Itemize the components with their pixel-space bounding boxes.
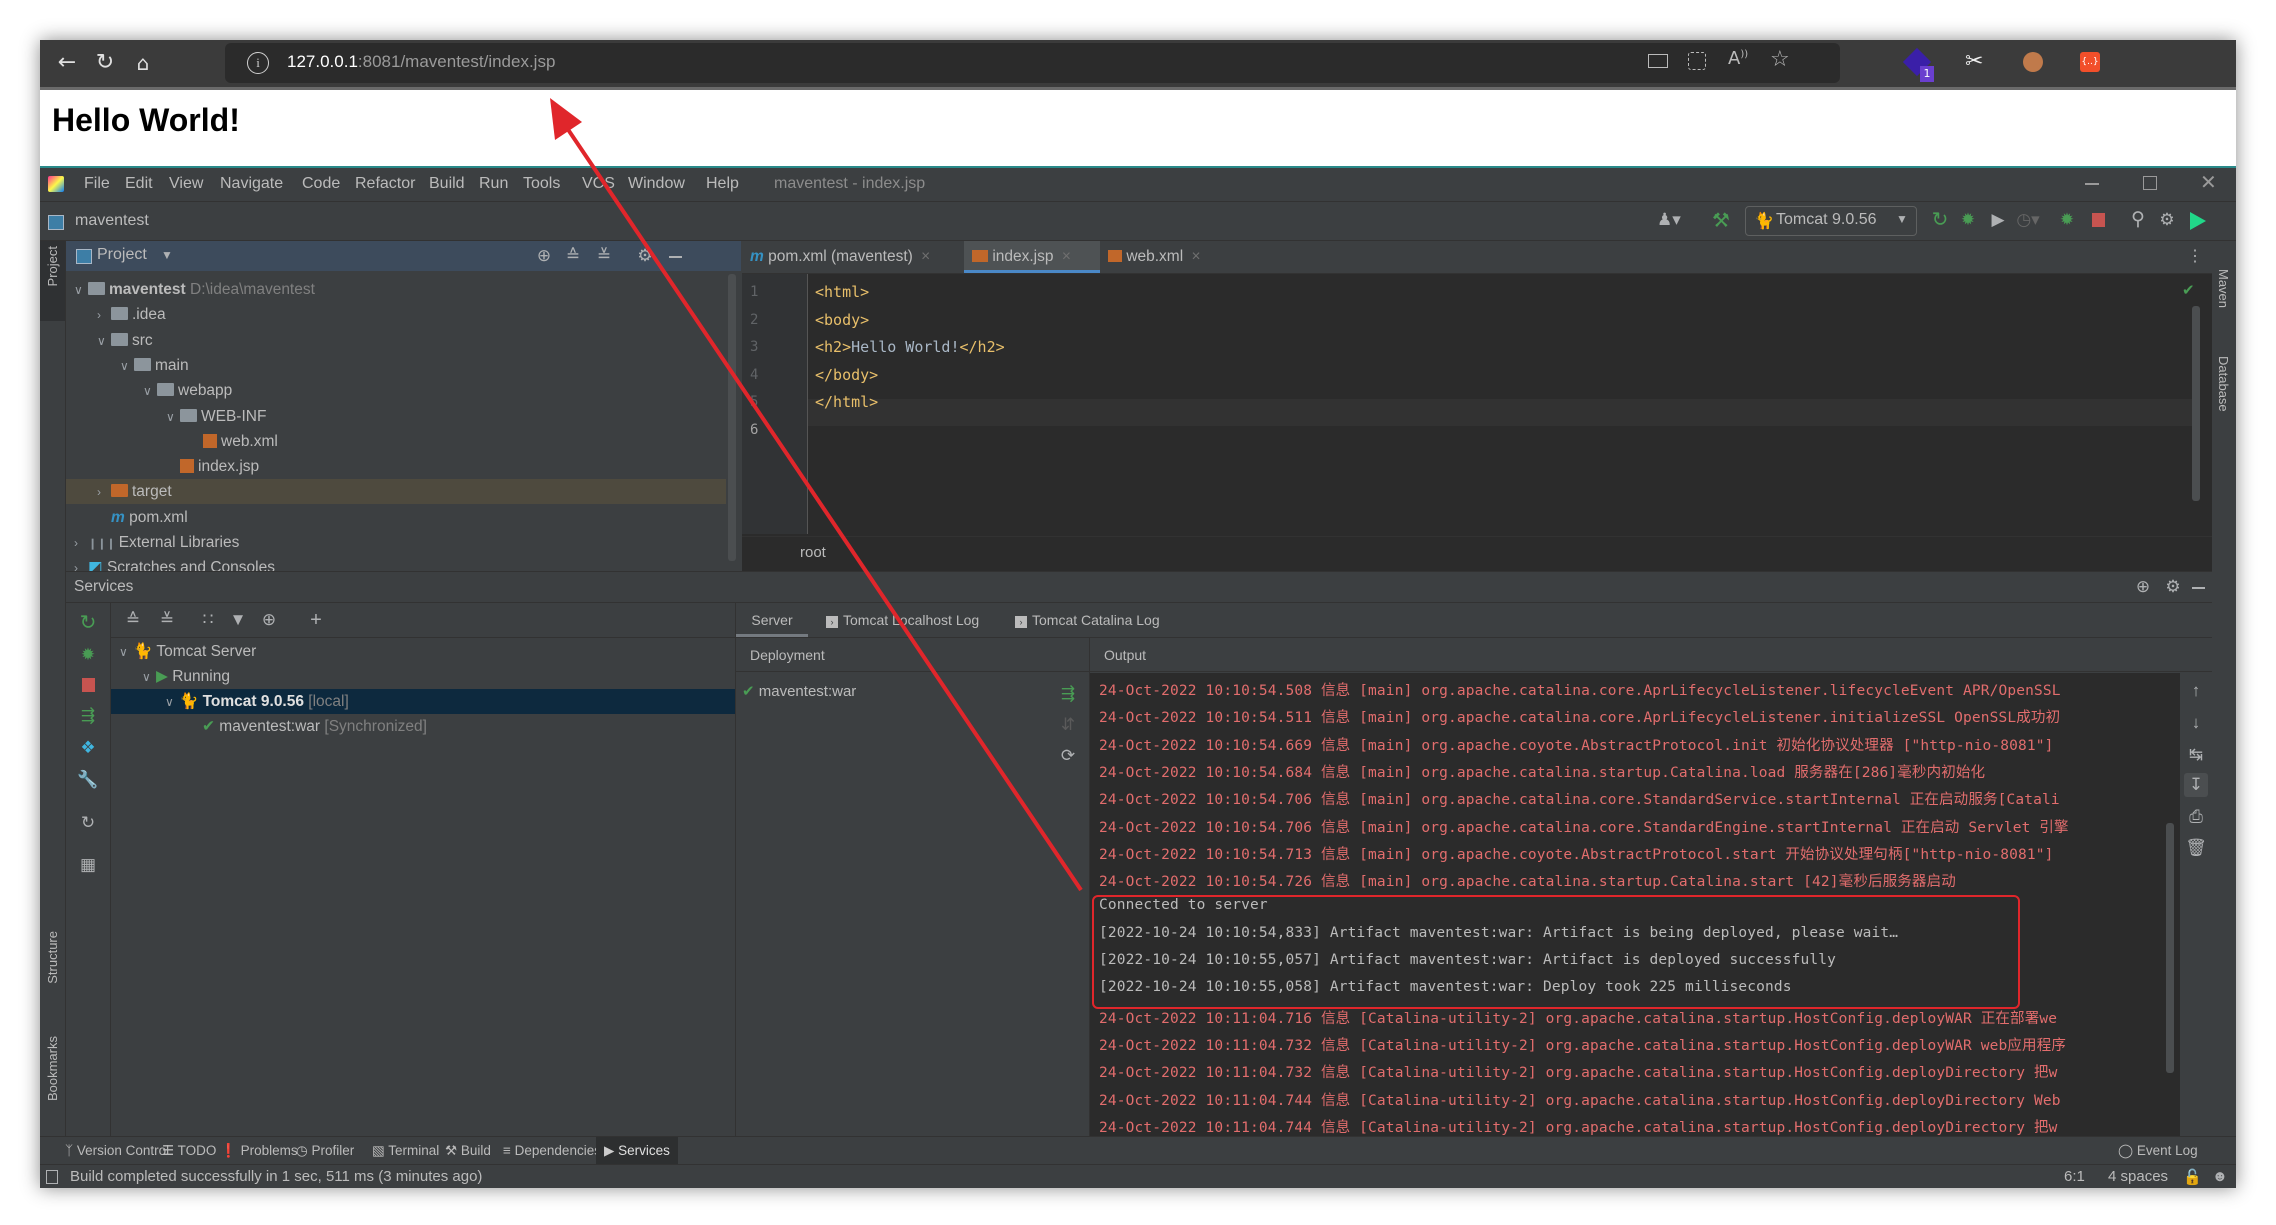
- arrow-shaft: [563, 123, 1083, 892]
- annotation-arrow: [550, 98, 1083, 892]
- arrow-head: [550, 98, 582, 140]
